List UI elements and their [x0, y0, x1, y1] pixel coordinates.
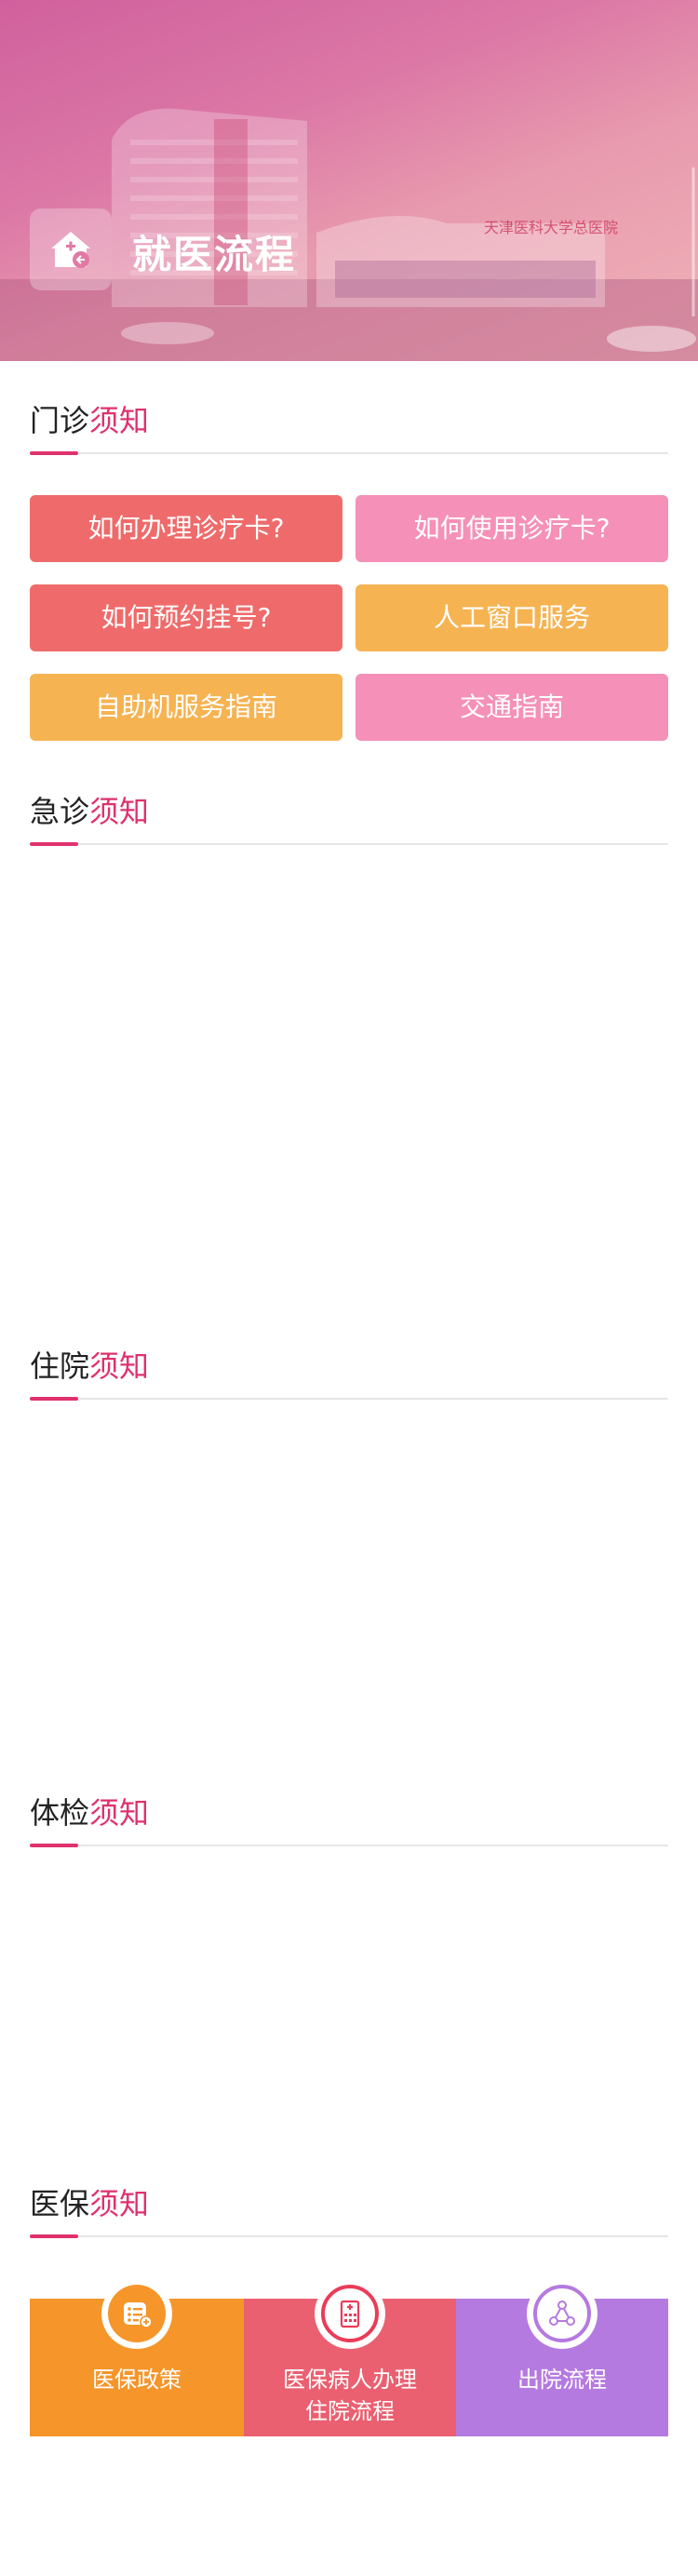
appointment-button[interactable]: 如何预约挂号? — [30, 584, 342, 651]
step-label-line1: 医保病人办理 — [283, 2367, 417, 2393]
step-discharge-process[interactable]: 出院流程 — [456, 2278, 668, 2436]
step-label: 医保病人办理 住院流程 — [244, 2364, 456, 2427]
traffic-guide-button[interactable]: 交通指南 — [356, 674, 668, 741]
hospital-building-icon — [340, 2300, 360, 2328]
section-emergency: 急诊须知 — [30, 791, 668, 847]
section-checkup: 体检须知 — [30, 1792, 668, 1848]
step-icon-ring — [101, 2278, 172, 2349]
section-underline — [30, 451, 78, 455]
insurance-steps: 医保政策 医保病人办理 住院流程 出院流程 — [30, 2278, 668, 2436]
manual-window-button[interactable]: 人工窗口服务 — [356, 584, 668, 651]
step-insurance-policy[interactable]: 医保政策 — [30, 2278, 244, 2436]
section-label: 体检 — [30, 1795, 90, 1831]
section-underline — [30, 2234, 78, 2238]
self-service-guide-button[interactable]: 自助机服务指南 — [30, 674, 342, 741]
step-label-line2: 住院流程 — [305, 2398, 395, 2424]
section-divider — [30, 1398, 668, 1400]
hospital-scene-image: 天津医科大学总医院 — [0, 108, 698, 361]
step-label: 出院流程 — [517, 2367, 607, 2393]
section-insurance: 医保须知 — [30, 2183, 668, 2239]
page-title: 就医流程 — [132, 232, 297, 277]
hospital-house-icon — [51, 232, 90, 268]
section-underline — [30, 1844, 78, 1847]
section-divider — [30, 843, 668, 845]
section-label-accent: 须知 — [89, 403, 150, 438]
step-icon-bg — [108, 2285, 166, 2342]
policy-list-icon — [124, 2302, 153, 2328]
building-sign-text: 天津医科大学总医院 — [484, 220, 618, 236]
step-icon-bg — [321, 2285, 379, 2342]
section-divider — [30, 2235, 668, 2237]
card-apply-button[interactable]: 如何办理诊疗卡? — [30, 495, 342, 562]
section-label: 急诊 — [30, 794, 90, 829]
step-label: 医保政策 — [92, 2367, 181, 2393]
header-banner: 天津医科大学总医院 就医流程 — [0, 0, 698, 361]
step-inpatient-process[interactable]: 医保病人办理 住院流程 — [244, 2278, 456, 2436]
section-inpatient: 住院须知 — [30, 1346, 668, 1402]
section-outpatient: 门诊须知 — [30, 400, 668, 456]
step-icon-bg — [533, 2285, 591, 2342]
step-icon-ring — [527, 2278, 597, 2349]
section-underline — [30, 1397, 78, 1401]
card-usage-button[interactable]: 如何使用诊疗卡? — [356, 495, 668, 562]
section-label-accent: 须知 — [89, 1348, 150, 1384]
section-underline — [30, 842, 78, 846]
section-label: 门诊 — [30, 403, 90, 438]
section-label: 住院 — [30, 1348, 90, 1384]
section-label: 医保 — [30, 2186, 90, 2221]
flow-nodes-icon — [549, 2301, 575, 2326]
hospital-logo — [30, 208, 112, 290]
section-label-accent: 须知 — [89, 794, 150, 829]
section-divider — [30, 452, 668, 454]
section-divider — [30, 1845, 668, 1846]
step-icon-ring — [315, 2278, 385, 2349]
section-label-accent: 须知 — [89, 1795, 150, 1831]
section-label-accent: 须知 — [89, 2186, 150, 2221]
